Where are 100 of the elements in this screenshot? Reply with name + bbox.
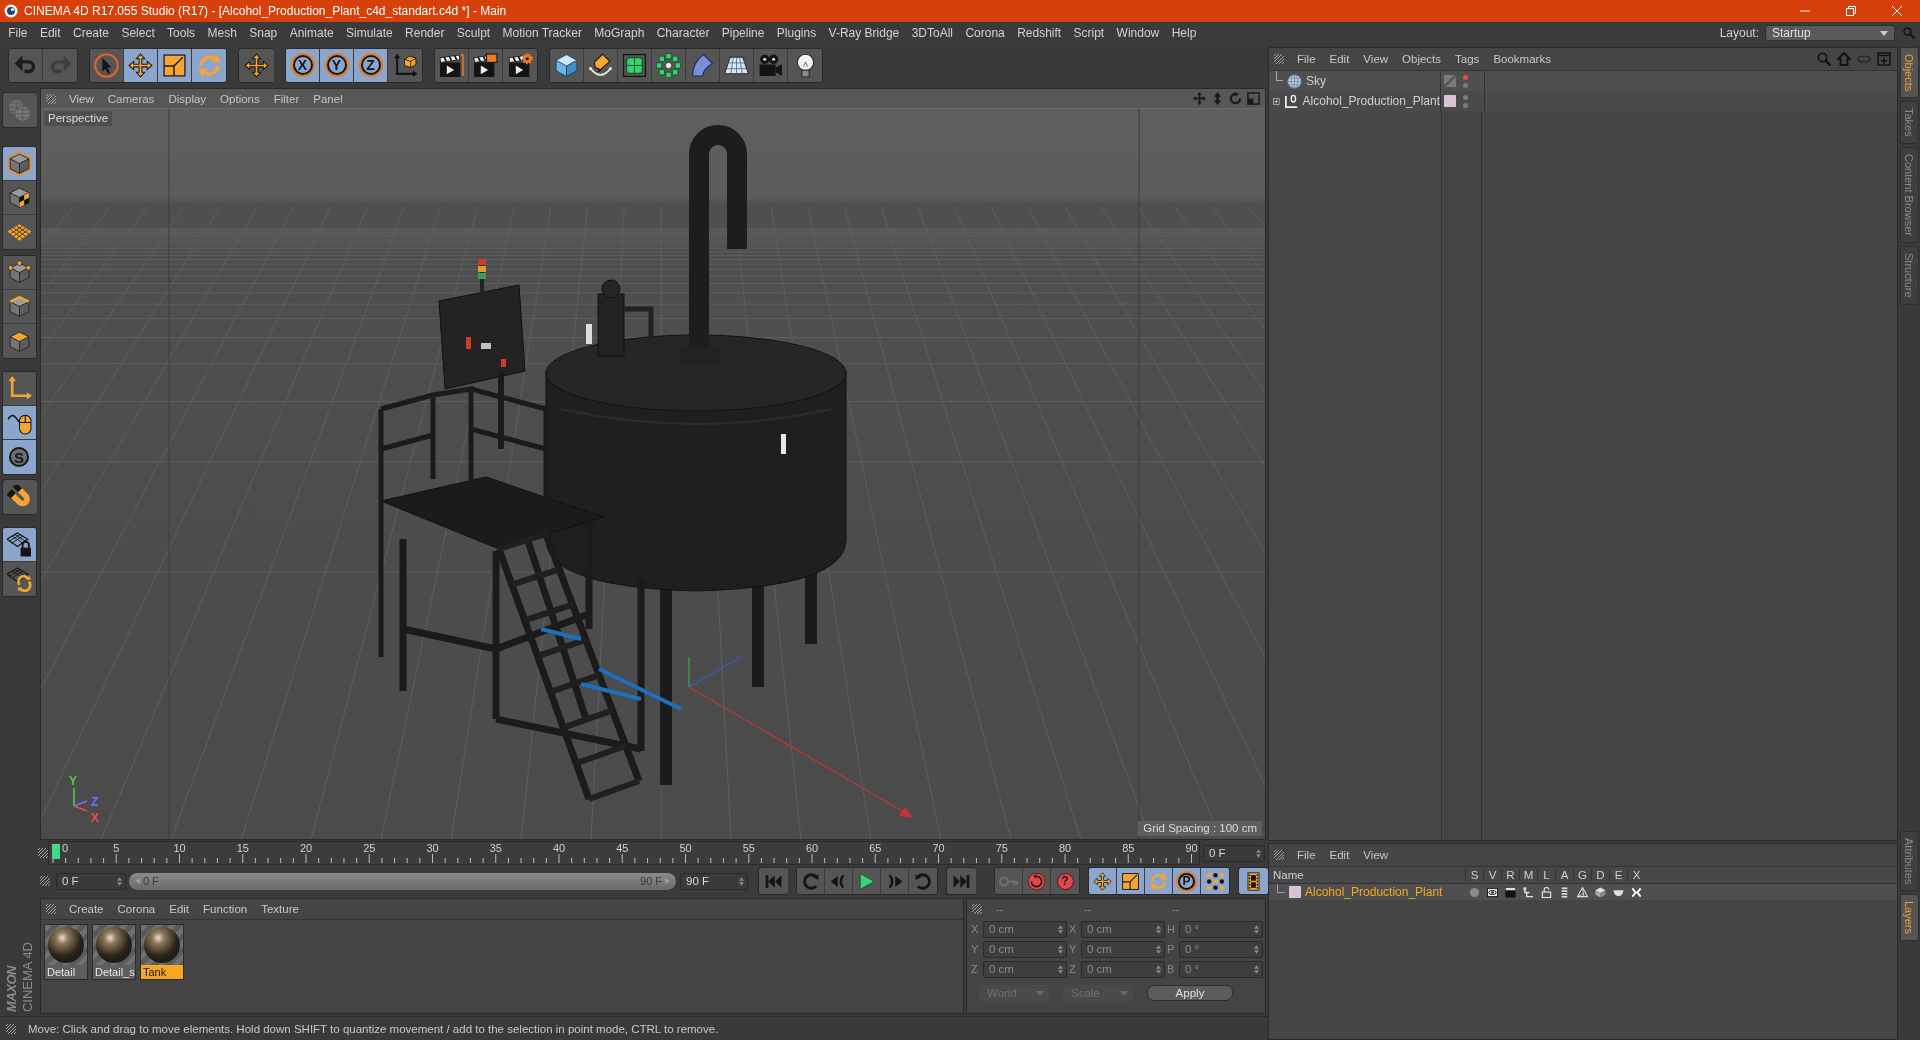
- cloner-button[interactable]: [652, 48, 686, 82]
- pyramid-icon[interactable]: [1576, 886, 1588, 898]
- polygons-mode-button[interactable]: [2, 324, 36, 358]
- spinner-arrows-icon[interactable]: [1256, 848, 1261, 858]
- side-tab[interactable]: Attributes: [1899, 830, 1919, 891]
- menu-item[interactable]: Sculpt: [450, 26, 497, 40]
- menu-item[interactable]: File: [1290, 849, 1323, 861]
- material-tile[interactable]: Detail_s: [92, 924, 136, 980]
- current-frame-field[interactable]: 0 F: [1203, 844, 1265, 862]
- column-header[interactable]: D: [1591, 869, 1609, 881]
- house-icon[interactable]: [1837, 52, 1851, 66]
- texture-mode-button[interactable]: [2, 181, 36, 215]
- layout-dropdown[interactable]: Startup: [1765, 25, 1895, 41]
- menu-item[interactable]: Help: [1165, 26, 1203, 40]
- grip-icon[interactable]: [972, 904, 982, 914]
- position-field[interactable]: 0 cm: [983, 960, 1067, 978]
- object-row[interactable]: Sky: [1269, 71, 1897, 91]
- menu-item[interactable]: File: [2, 26, 34, 40]
- position-field[interactable]: 0 cm: [983, 940, 1067, 958]
- menu-item[interactable]: File: [1290, 53, 1323, 65]
- parameter-key-button[interactable]: P: [1173, 868, 1201, 894]
- menu-item[interactable]: Select: [115, 26, 161, 40]
- side-tab[interactable]: Layers: [1899, 893, 1919, 941]
- menu-item[interactable]: Redshift: [1010, 26, 1068, 40]
- tweak-mode-button[interactable]: [2, 406, 36, 440]
- menu-item[interactable]: Edit: [162, 903, 197, 915]
- workplane-lock-button[interactable]: [2, 528, 36, 562]
- points-mode-button[interactable]: [2, 256, 36, 290]
- move-tool-button[interactable]: [124, 48, 158, 82]
- hierarchy-icon[interactable]: [1522, 886, 1534, 898]
- menu-item[interactable]: Simulate: [339, 26, 399, 40]
- vertical-arrows-icon[interactable]: [1211, 92, 1224, 105]
- column-header[interactable]: E: [1609, 869, 1627, 881]
- axis-mode-button[interactable]: [2, 372, 36, 406]
- visibility-dot-icon[interactable]: [1463, 74, 1468, 80]
- z-axis-button[interactable]: Z: [354, 48, 388, 82]
- previous-frame-button[interactable]: [825, 868, 853, 894]
- menu-item[interactable]: Options: [213, 92, 267, 105]
- next-key-button[interactable]: [909, 868, 937, 894]
- menu-item[interactable]: View: [1356, 849, 1396, 861]
- go-to-end-button[interactable]: [946, 867, 976, 895]
- coordinate-system-button[interactable]: [388, 48, 422, 82]
- visibility-dot-icon[interactable]: [1463, 102, 1468, 108]
- spinner-arrows-icon[interactable]: [1254, 944, 1259, 954]
- rotation-field[interactable]: 0 °: [1179, 940, 1263, 958]
- y-axis-button[interactable]: Y: [320, 48, 354, 82]
- menu-item[interactable]: Snap: [243, 26, 284, 40]
- grip-icon[interactable]: [46, 904, 56, 914]
- menu-item[interactable]: Objects: [1395, 53, 1449, 65]
- rotate-tool-button[interactable]: [192, 48, 226, 82]
- menu-item[interactable]: Display: [161, 92, 214, 105]
- apply-button[interactable]: Apply: [1147, 985, 1233, 1001]
- spinner-arrows-icon[interactable]: [1254, 964, 1259, 974]
- layer-color-swatch[interactable]: [1444, 95, 1456, 107]
- menu-item[interactable]: V-Ray Bridge: [822, 26, 906, 40]
- layer-row[interactable]: Alcohol_Production_Plant: [1269, 884, 1897, 900]
- grip-icon[interactable]: [46, 93, 56, 104]
- point-level-button[interactable]: [1201, 868, 1229, 894]
- menu-item[interactable]: Animate: [283, 26, 340, 40]
- menu-item[interactable]: Edit: [1322, 53, 1357, 65]
- scale-key-button[interactable]: [1117, 868, 1145, 894]
- spinner-arrows-icon[interactable]: [1058, 944, 1063, 954]
- size-field[interactable]: 0 cm: [1081, 920, 1165, 938]
- side-tab[interactable]: Content Browser: [1899, 147, 1919, 243]
- menu-item[interactable]: Tools: [160, 26, 202, 40]
- menu-item[interactable]: Create: [62, 903, 111, 915]
- start-frame-field[interactable]: 0 F: [56, 872, 126, 890]
- eye-icon[interactable]: [1486, 886, 1498, 898]
- menu-item[interactable]: Window: [1110, 26, 1166, 40]
- spinner-arrows-icon[interactable]: [1254, 924, 1259, 934]
- material-tile[interactable]: Tank: [140, 924, 184, 980]
- menu-item[interactable]: Create: [66, 26, 116, 40]
- keyframe-selection-button[interactable]: ?: [1051, 868, 1079, 894]
- window-toggle-icon[interactable]: [1247, 92, 1260, 105]
- camera-label[interactable]: Perspective: [44, 111, 113, 126]
- side-tab[interactable]: Objects: [1899, 47, 1919, 99]
- snap-button[interactable]: [1, 479, 37, 515]
- menu-item[interactable]: Pipeline: [715, 26, 771, 40]
- menu-item[interactable]: Edit: [33, 26, 67, 40]
- material-tile[interactable]: Detail: [44, 924, 88, 980]
- circular-arrow-icon[interactable]: [1229, 92, 1242, 105]
- undo-button[interactable]: [9, 48, 43, 82]
- menu-item[interactable]: View: [1356, 53, 1396, 65]
- cube-icon[interactable]: [1594, 886, 1606, 898]
- column-header[interactable]: X: [1627, 869, 1645, 881]
- viewport-canvas[interactable]: Perspective Y Z X Grid Spacing : 100 cm: [41, 109, 1265, 839]
- menu-item[interactable]: MoGraph: [588, 26, 651, 40]
- column-header[interactable]: A: [1555, 869, 1573, 881]
- four-way-arrows-icon[interactable]: [1193, 92, 1206, 105]
- next-frame-button[interactable]: [881, 868, 909, 894]
- workplane-sync-button[interactable]: [2, 562, 36, 596]
- menu-item[interactable]: View: [62, 92, 101, 105]
- model-mode-button[interactable]: [2, 147, 36, 181]
- grip-icon[interactable]: [1274, 54, 1284, 64]
- light-button[interactable]: [788, 48, 822, 82]
- previous-key-button[interactable]: [797, 868, 825, 894]
- grip-icon[interactable]: [1274, 850, 1284, 860]
- size-field[interactable]: 0 cm: [1081, 960, 1165, 978]
- menu-item[interactable]: Function: [196, 903, 255, 915]
- spinner-arrows-icon[interactable]: [1058, 964, 1063, 974]
